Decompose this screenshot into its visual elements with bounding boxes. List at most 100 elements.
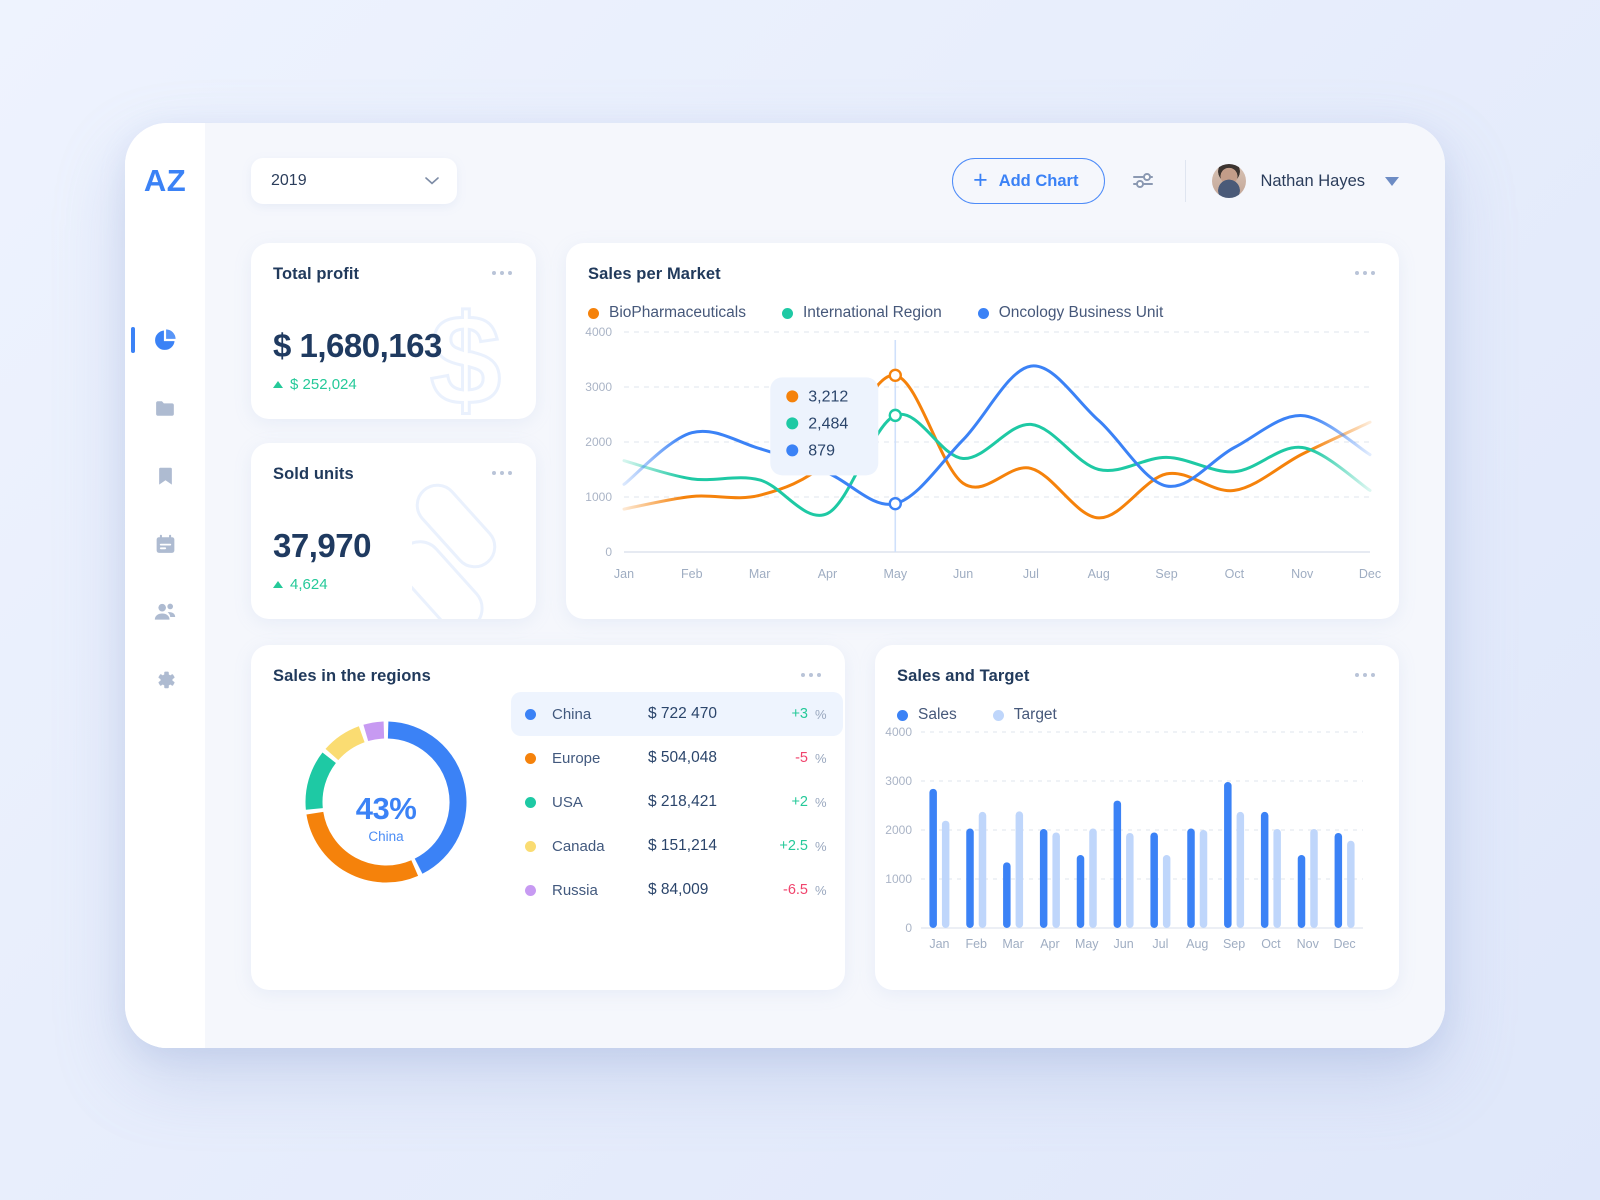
region-value: $ 218,421 — [648, 793, 717, 810]
sidebar: AZ — [125, 123, 205, 1048]
year-select-value: 2019 — [271, 172, 307, 189]
svg-text:Aug: Aug — [1088, 567, 1110, 581]
svg-text:Jul: Jul — [1023, 567, 1039, 581]
user-menu[interactable]: Nathan Hayes — [1212, 164, 1399, 198]
bookmark-icon — [153, 464, 178, 489]
svg-text:Oct: Oct — [1261, 937, 1281, 951]
main-content: 2019 + Add Chart Nathan Hayes Total prof… — [205, 123, 1445, 1048]
region-change: +2.5 — [779, 838, 808, 854]
users-icon — [152, 599, 178, 625]
card-header: Sold units — [251, 443, 536, 484]
svg-text:0: 0 — [905, 921, 912, 935]
legend-item[interactable]: Oncology Business Unit — [977, 304, 1164, 322]
sidebar-item-analytics[interactable] — [125, 327, 205, 353]
sidebar-nav — [125, 327, 205, 693]
sales-per-market-chart: 0 1000 2000 3000 4000 Jan Feb Mar Apr May Jun Jul Au… — [585, 325, 1381, 581]
svg-text:3000: 3000 — [585, 380, 612, 394]
svg-text:Jun: Jun — [1114, 937, 1134, 951]
line-chart-legend: BioPharmaceuticals International Region On… — [566, 284, 1399, 322]
region-change: +2 — [791, 794, 808, 810]
legend-label: Target — [1013, 706, 1057, 723]
card-menu-button[interactable] — [490, 465, 514, 481]
svg-text:Nov: Nov — [1291, 567, 1314, 581]
region-change: -5 — [795, 750, 808, 766]
card-header: Sales and Target — [875, 645, 1399, 686]
card-title: Sales per Market — [588, 265, 721, 283]
add-chart-button[interactable]: + Add Chart — [952, 158, 1106, 204]
svg-text:Nov: Nov — [1297, 937, 1320, 951]
sold-units-delta: 4,624 — [273, 576, 371, 593]
region-change-unit: % — [815, 706, 827, 722]
delta-value: 4,624 — [290, 576, 328, 593]
legend-color-dot — [992, 709, 1004, 721]
total-profit-value: $ 1,680,163 — [273, 327, 442, 364]
svg-text:Apr: Apr — [818, 567, 837, 581]
card-menu-button[interactable] — [490, 265, 514, 281]
add-chart-label: Add Chart — [998, 171, 1079, 190]
region-row[interactable]: Canada $ 151,214 +2.5% — [511, 824, 843, 868]
svg-text:Feb: Feb — [681, 567, 703, 581]
kpi-column: Total profit $ $ 1,680,163 $ 252,024 Sol… — [251, 243, 536, 619]
legend-item[interactable]: Target — [992, 706, 1057, 724]
legend-item[interactable]: Sales — [897, 706, 957, 724]
sidebar-item-team[interactable] — [125, 599, 205, 625]
legend-label: Oncology Business Unit — [998, 304, 1164, 321]
region-name: Canada — [552, 837, 605, 855]
svg-text:Feb: Feb — [965, 937, 987, 951]
svg-text:0: 0 — [605, 545, 612, 559]
app-logo[interactable]: AZ — [144, 163, 186, 199]
region-name: Europe — [552, 749, 601, 767]
svg-text:Sep: Sep — [1155, 567, 1177, 581]
sidebar-item-settings[interactable] — [125, 667, 205, 693]
svg-text:2000: 2000 — [885, 823, 912, 837]
region-row[interactable]: Russia $ 84,009 -6.5% — [511, 868, 843, 912]
svg-text:4000: 4000 — [585, 325, 612, 339]
card-title: Sold units — [273, 465, 354, 483]
donut-percent: 43% — [355, 791, 417, 826]
sales-and-target-card: Sales and Target Sales Target 0 1000 2000 30… — [875, 645, 1399, 990]
svg-text:Mar: Mar — [1002, 937, 1024, 951]
legend-item[interactable]: International Region — [781, 304, 942, 322]
sidebar-item-calendar[interactable] — [125, 531, 205, 557]
svg-text:Dec: Dec — [1333, 937, 1355, 951]
card-menu-button[interactable] — [1353, 265, 1377, 281]
region-value: $ 84,009 — [648, 881, 709, 898]
legend-color-dot — [977, 307, 989, 319]
card-menu-button[interactable] — [799, 667, 823, 683]
chevron-down-icon — [425, 172, 439, 190]
legend-label: Sales — [918, 706, 957, 723]
region-row[interactable]: China $ 722 470 +3% — [511, 692, 843, 736]
card-title: Sales and Target — [897, 667, 1030, 685]
sidebar-item-files[interactable] — [125, 395, 205, 421]
region-row[interactable]: USA $ 218,421 +2% — [511, 780, 843, 824]
svg-text:Dec: Dec — [1359, 567, 1381, 581]
card-header: Total profit — [251, 243, 536, 284]
region-value: $ 722 470 — [648, 705, 717, 722]
region-color-dot — [525, 796, 536, 808]
sliders-icon[interactable] — [1131, 171, 1157, 191]
region-change-unit: % — [815, 794, 827, 810]
plus-icon: + — [973, 165, 988, 194]
svg-text:Apr: Apr — [1040, 937, 1059, 951]
svg-text:May: May — [883, 567, 907, 581]
arrow-up-icon — [273, 381, 283, 388]
legend-item[interactable]: BioPharmaceuticals — [588, 304, 746, 322]
svg-text:Jan: Jan — [929, 937, 949, 951]
year-select[interactable]: 2019 — [251, 158, 457, 204]
region-row[interactable]: Europe $ 504,048 -5% — [511, 736, 843, 780]
svg-text:Sep: Sep — [1223, 937, 1245, 951]
sidebar-item-bookmarks[interactable] — [125, 463, 205, 489]
chevron-down-icon — [1385, 176, 1399, 186]
region-color-dot — [525, 708, 536, 720]
card-header: Sales in the regions — [251, 645, 845, 686]
region-name: USA — [552, 793, 583, 811]
card-header: Sales per Market — [566, 243, 1399, 284]
card-menu-button[interactable] — [1353, 667, 1377, 683]
legend-label: BioPharmaceuticals — [609, 304, 746, 321]
region-name: China — [552, 705, 592, 723]
sold-units-value: 37,970 — [273, 527, 371, 564]
card-title: Sales in the regions — [273, 667, 431, 685]
region-change: +3 — [791, 706, 808, 722]
region-color-dot — [525, 840, 536, 852]
app-window: AZ 2019 + Add Chart Nathan Hayes Total p… — [125, 123, 1445, 1048]
